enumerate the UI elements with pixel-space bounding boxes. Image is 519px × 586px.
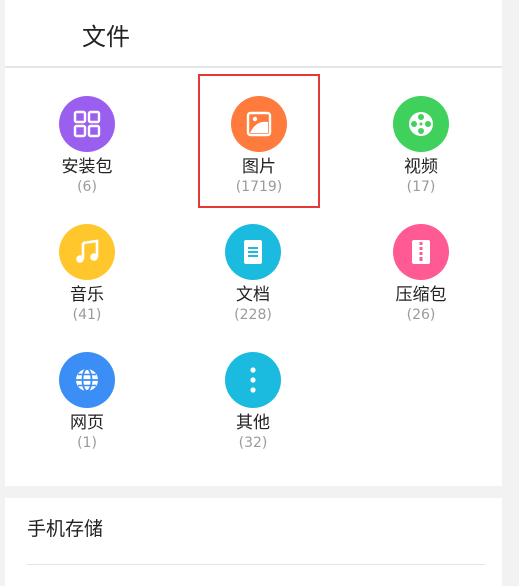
apps-grid-icon <box>59 96 115 152</box>
more-vertical-icon <box>225 352 281 408</box>
category-label: 压缩包 <box>395 285 447 305</box>
category-count: (6) <box>77 179 97 195</box>
category-other[interactable]: 其他 (32) <box>183 352 323 462</box>
category-grid: 安装包 (6) 图片 (1719) 视频 (17) 音乐 (41) 文档 (22… <box>5 68 502 486</box>
category-label: 其他 <box>236 413 270 433</box>
category-images[interactable]: 图片 (1719) <box>189 96 329 206</box>
document-icon <box>225 224 281 280</box>
category-video[interactable]: 视频 (17) <box>351 96 491 206</box>
category-music[interactable]: 音乐 (41) <box>17 224 157 334</box>
category-count: (26) <box>406 307 436 323</box>
header: 文件 <box>5 0 502 68</box>
section-separator <box>5 486 502 498</box>
page-title: 文件 <box>82 23 130 51</box>
category-label: 视频 <box>404 157 438 177</box>
phone-storage-label: 手机存储 <box>27 518 104 540</box>
category-count: (17) <box>406 179 436 195</box>
category-archives[interactable]: 压缩包 (26) <box>351 224 491 334</box>
image-icon <box>231 96 287 152</box>
file-panel: 文件 安装包 (6) 图片 (1719) 视频 (17) 音乐 (41) 文档 … <box>5 0 502 586</box>
category-count: (1719) <box>235 179 283 195</box>
category-webpages[interactable]: 网页 (1) <box>17 352 157 462</box>
zip-icon <box>393 224 449 280</box>
category-count: (41) <box>72 307 102 323</box>
category-label: 网页 <box>70 413 104 433</box>
category-count: (228) <box>234 307 272 323</box>
category-apk[interactable]: 安装包 (6) <box>17 96 157 206</box>
category-documents[interactable]: 文档 (228) <box>183 224 323 334</box>
film-reel-icon <box>393 96 449 152</box>
globe-icon <box>59 352 115 408</box>
category-count: (32) <box>238 435 268 451</box>
category-label: 文档 <box>236 285 270 305</box>
divider <box>27 564 485 565</box>
category-label: 安装包 <box>61 157 113 177</box>
music-note-icon <box>59 224 115 280</box>
category-label: 图片 <box>242 157 276 177</box>
phone-storage-item[interactable]: 手机存储 <box>5 498 502 564</box>
category-count: (1) <box>77 435 97 451</box>
category-label: 音乐 <box>70 285 104 305</box>
